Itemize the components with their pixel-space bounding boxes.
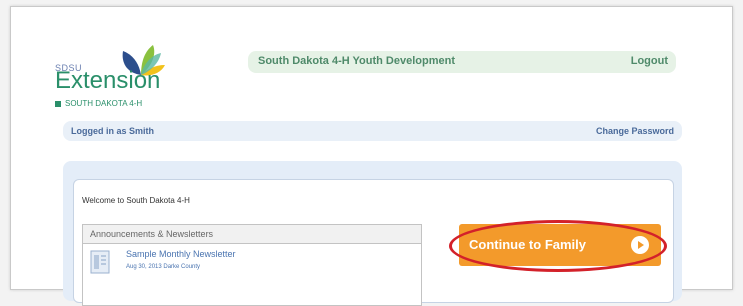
logo-subtitle: SOUTH DAKOTA 4-H	[55, 99, 142, 108]
announcements-header: Announcements & Newsletters	[83, 225, 421, 244]
continue-to-family-label: Continue to Family	[469, 237, 586, 252]
sdsu-extension-logo: SDSU Extension SOUTH DAKOTA 4-H	[55, 43, 185, 113]
continue-to-family-button[interactable]: Continue to Family	[459, 224, 661, 266]
browser-frame: SDSU Extension SOUTH DAKOTA 4-H South Da…	[10, 6, 733, 306]
main-content: Welcome to South Dakota 4-H Announcement…	[73, 179, 674, 306]
logout-link[interactable]: Logout	[631, 55, 668, 67]
newsletter-meta: Aug 30, 2013 Darke County	[126, 264, 201, 270]
newsletter-link[interactable]: Sample Monthly Newsletter	[126, 249, 236, 259]
site-title: South Dakota 4-H Youth Development	[258, 55, 456, 67]
logo-subtitle-text: SOUTH DAKOTA 4-H	[65, 99, 143, 108]
logged-in-text: Logged in as Smith	[71, 126, 155, 136]
logo-extension-text: Extension	[55, 67, 161, 94]
user-status-bar: Logged in as Smith Change Password	[63, 121, 682, 141]
welcome-text: Welcome to South Dakota 4-H	[82, 196, 190, 205]
newsletter-document-icon[interactable]	[90, 250, 110, 274]
logo-square-icon	[55, 100, 61, 107]
site-header-bar: South Dakota 4-H Youth Development Logou…	[248, 51, 676, 73]
change-password-link[interactable]: Change Password	[596, 126, 674, 136]
arrow-right-circle-icon	[631, 236, 649, 254]
main-panel: Welcome to South Dakota 4-H Announcement…	[63, 161, 682, 306]
